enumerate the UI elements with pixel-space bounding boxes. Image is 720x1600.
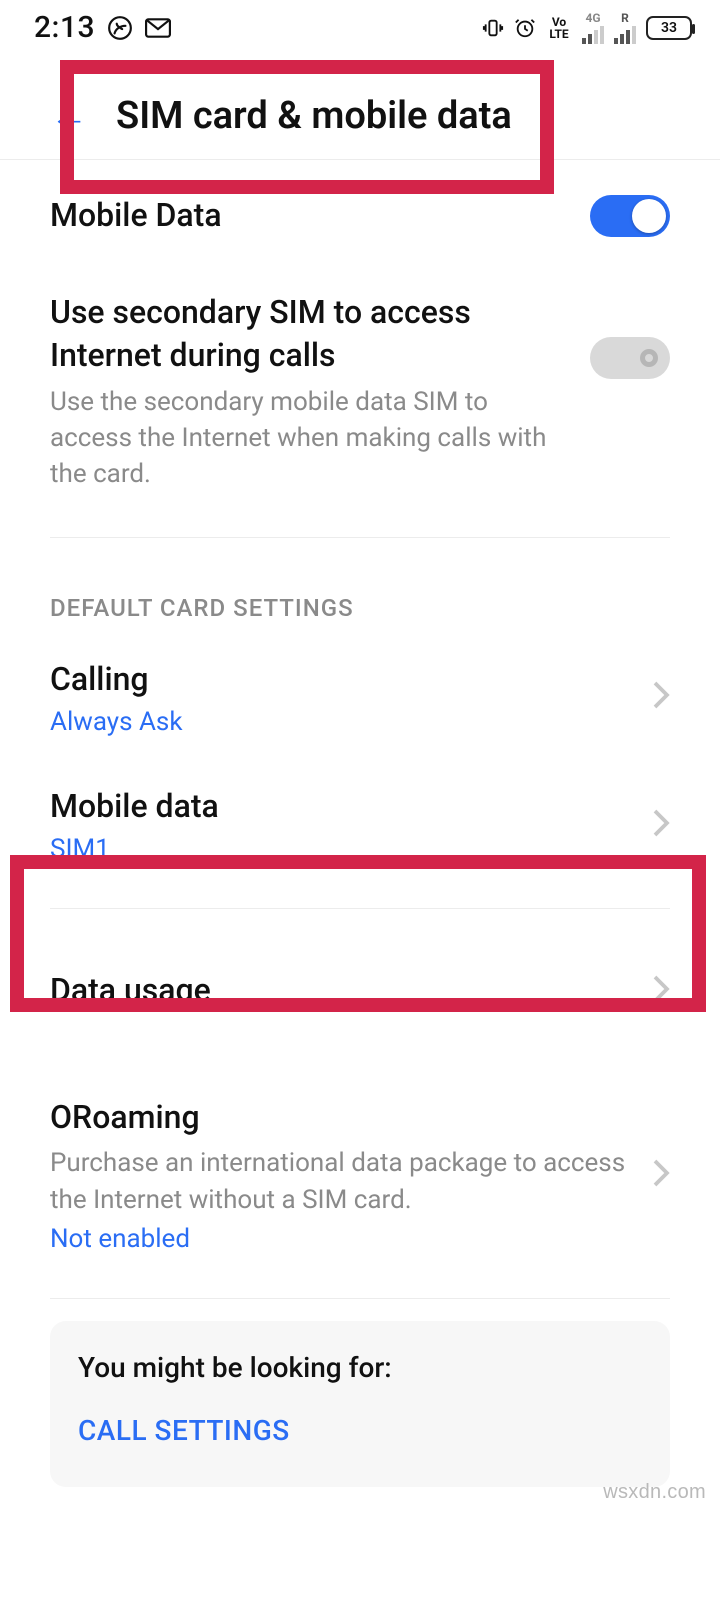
mobile-data-toggle[interactable] <box>590 195 670 237</box>
setting-mobile-data[interactable]: Mobile Data <box>50 160 670 261</box>
watermark: wsxdn.com <box>603 1481 706 1504</box>
setting-oroaming-desc: Purchase an international data package t… <box>50 1145 628 1218</box>
setting-secondary-sim-title: Use secondary SIM to access Internet dur… <box>50 291 530 377</box>
status-time: 2:13 <box>34 10 95 45</box>
status-bar: 2:13 Vo LTE 4G R 33 <box>0 0 720 49</box>
suggestion-link-call-settings[interactable]: CALL SETTINGS <box>78 1414 642 1447</box>
section-default-card: DEFAULT CARD SETTINGS <box>50 558 670 634</box>
setting-oroaming[interactable]: ORoaming Purchase an international data … <box>50 1052 670 1278</box>
setting-mobile-data-card-title: Mobile data <box>50 785 628 828</box>
setting-data-usage-title: Data usage <box>50 969 628 1012</box>
secondary-sim-toggle[interactable] <box>590 337 670 379</box>
volte-icon: Vo LTE <box>546 16 572 40</box>
setting-oroaming-value: Not enabled <box>50 1224 628 1254</box>
whatsapp-icon <box>107 15 133 41</box>
setting-calling[interactable]: Calling Always Ask <box>50 634 670 761</box>
divider <box>50 537 670 538</box>
back-arrow-icon[interactable]: ← <box>50 97 88 135</box>
page-header: ← SIM card & mobile data <box>0 60 720 172</box>
suggestion-card: You might be looking for: CALL SETTINGS <box>50 1321 670 1487</box>
setting-secondary-sim[interactable]: Use secondary SIM to access Internet dur… <box>50 261 670 517</box>
divider <box>50 908 670 909</box>
vibrate-icon <box>482 17 504 39</box>
setting-mobile-data-card[interactable]: Mobile data SIM1 <box>50 761 670 888</box>
setting-calling-title: Calling <box>50 658 628 701</box>
network-roaming-icon: R <box>614 12 636 44</box>
setting-mobile-data-title: Mobile Data <box>50 194 566 237</box>
setting-oroaming-title: ORoaming <box>50 1096 628 1139</box>
chevron-right-icon <box>652 808 670 842</box>
battery-icon: 33 <box>646 16 692 40</box>
setting-secondary-sim-desc: Use the secondary mobile data SIM to acc… <box>50 384 566 493</box>
chevron-right-icon <box>652 680 670 714</box>
page-title: SIM card & mobile data <box>116 94 512 138</box>
chevron-right-icon <box>652 1158 670 1192</box>
chevron-right-icon <box>652 974 670 1008</box>
setting-calling-value: Always Ask <box>50 707 628 737</box>
network-4g-icon: 4G <box>582 12 604 44</box>
divider <box>50 1298 670 1299</box>
setting-data-usage[interactable]: Data usage <box>50 929 670 1052</box>
alarm-icon <box>514 17 536 39</box>
suggestion-title: You might be looking for: <box>78 1351 642 1384</box>
gmail-icon <box>145 18 171 38</box>
setting-mobile-data-card-value: SIM1 <box>50 834 628 864</box>
